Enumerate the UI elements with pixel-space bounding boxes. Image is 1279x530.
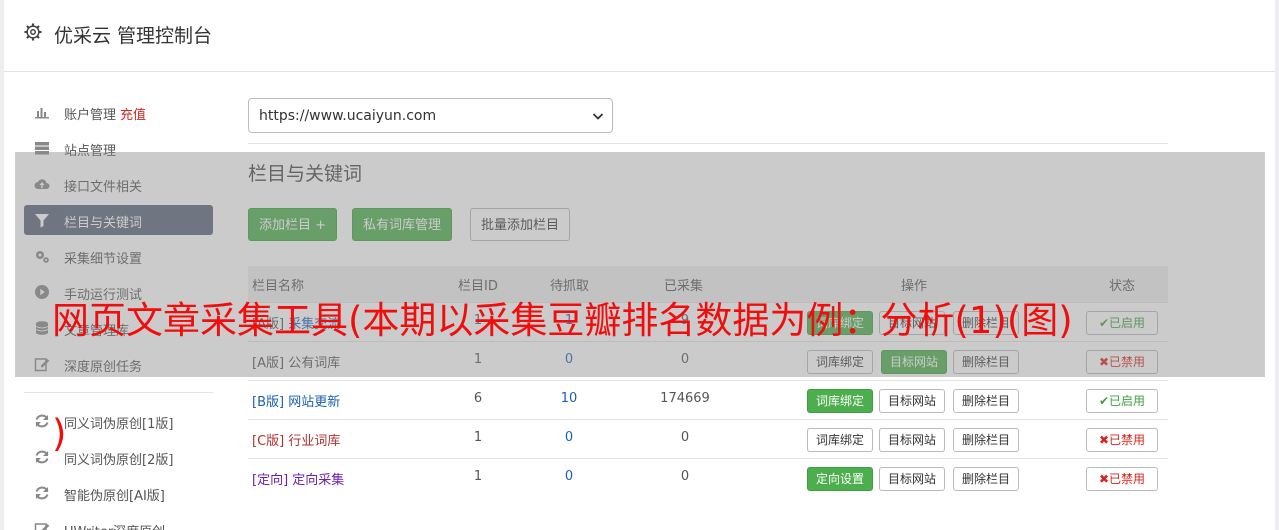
directed-settings-button[interactable]: 定向设置 <box>807 467 874 491</box>
row-collected: 0 <box>680 469 690 484</box>
status-toggle[interactable]: ✔已启用 <box>1086 389 1158 413</box>
sidebar-item-label: UWriter深度原创 <box>64 521 165 530</box>
refresh-icon <box>35 414 49 428</box>
row-name-link[interactable]: 定向采集 <box>292 473 344 488</box>
delete-column-button[interactable]: 删除栏目 <box>953 389 1020 413</box>
row-name-link[interactable]: 行业词库 <box>288 434 340 449</box>
target-site-button[interactable]: 目标网站 <box>879 389 946 413</box>
sidebar-item-label: 智能伪原创[AI版] <box>64 489 165 504</box>
overlay-headline: 网页文章采集工具(本期以采集豆瓣排名数据为例：分析(1)(图) <box>52 299 1073 342</box>
gear-icon <box>24 23 42 41</box>
target-site-button[interactable]: 目标网站 <box>879 428 946 452</box>
row-id: 6 <box>473 391 483 406</box>
recharge-link[interactable]: 充值 <box>120 108 146 123</box>
delete-column-button[interactable]: 删除栏目 <box>953 467 1020 491</box>
row-tag: [B版] <box>252 395 285 410</box>
chevron-down-icon <box>592 113 604 120</box>
cross-icon: ✖ <box>1098 472 1110 486</box>
refresh-icon <box>35 486 49 500</box>
sidebar-item-label: 同义词伪原创[2版] <box>64 453 174 468</box>
overlay-trailing-paren: ) <box>52 412 67 455</box>
row-collected: 0 <box>680 430 690 445</box>
row-pending[interactable]: 0 <box>539 430 599 445</box>
table-row: [B版] 网站更新 6 10 174669 词库绑定 目标网站 删除栏目 ✔已启… <box>248 380 1168 419</box>
table-row: [C版] 行业词库 1 0 0 词库绑定 目标网站 删除栏目 ✖已禁用 <box>248 419 1168 458</box>
sidebar-tool-uwriter[interactable]: UWriter深度原创 <box>24 514 213 530</box>
refresh-icon <box>35 450 49 464</box>
row-name-link[interactable]: 网站更新 <box>288 395 340 410</box>
lexicon-bind-button[interactable]: 词库绑定 <box>807 428 874 452</box>
sidebar-item-label: 同义词伪原创[1版] <box>64 417 174 432</box>
delete-column-button[interactable]: 删除栏目 <box>953 428 1020 452</box>
site-select[interactable]: https://www.ucaiyun.com <box>248 98 613 133</box>
table-row: [定向] 定向采集 1 0 0 定向设置 目标网站 删除栏目 ✖已禁用 <box>248 458 1168 497</box>
top-header: 优采云 管理控制台 <box>4 0 1275 72</box>
sidebar-item-account[interactable]: 账户管理 充值 <box>24 97 213 127</box>
row-collected: 174669 <box>660 391 710 406</box>
bar-chart-icon <box>35 108 49 119</box>
row-tag: [C版] <box>252 434 285 449</box>
lexicon-bind-button[interactable]: 词库绑定 <box>807 389 874 413</box>
sidebar-item-label: 账户管理 <box>64 108 117 123</box>
row-tag: [定向] <box>252 473 289 488</box>
target-site-button[interactable]: 目标网站 <box>879 467 946 491</box>
sidebar-tool-ai[interactable]: 智能伪原创[AI版] <box>24 478 213 508</box>
row-id: 1 <box>473 469 483 484</box>
sidebar-divider <box>24 392 213 393</box>
row-pending[interactable]: 10 <box>539 391 599 406</box>
cross-icon: ✖ <box>1098 433 1110 447</box>
divider <box>248 143 1168 144</box>
status-toggle[interactable]: ✖已禁用 <box>1086 467 1158 491</box>
site-select-value: https://www.ucaiyun.com <box>259 108 437 124</box>
row-pending[interactable]: 0 <box>539 469 599 484</box>
row-id: 1 <box>473 430 483 445</box>
edit-icon <box>34 523 50 530</box>
check-icon: ✔ <box>1098 394 1110 408</box>
status-toggle[interactable]: ✖已禁用 <box>1086 428 1158 452</box>
app-title: 优采云 管理控制台 <box>54 25 213 47</box>
